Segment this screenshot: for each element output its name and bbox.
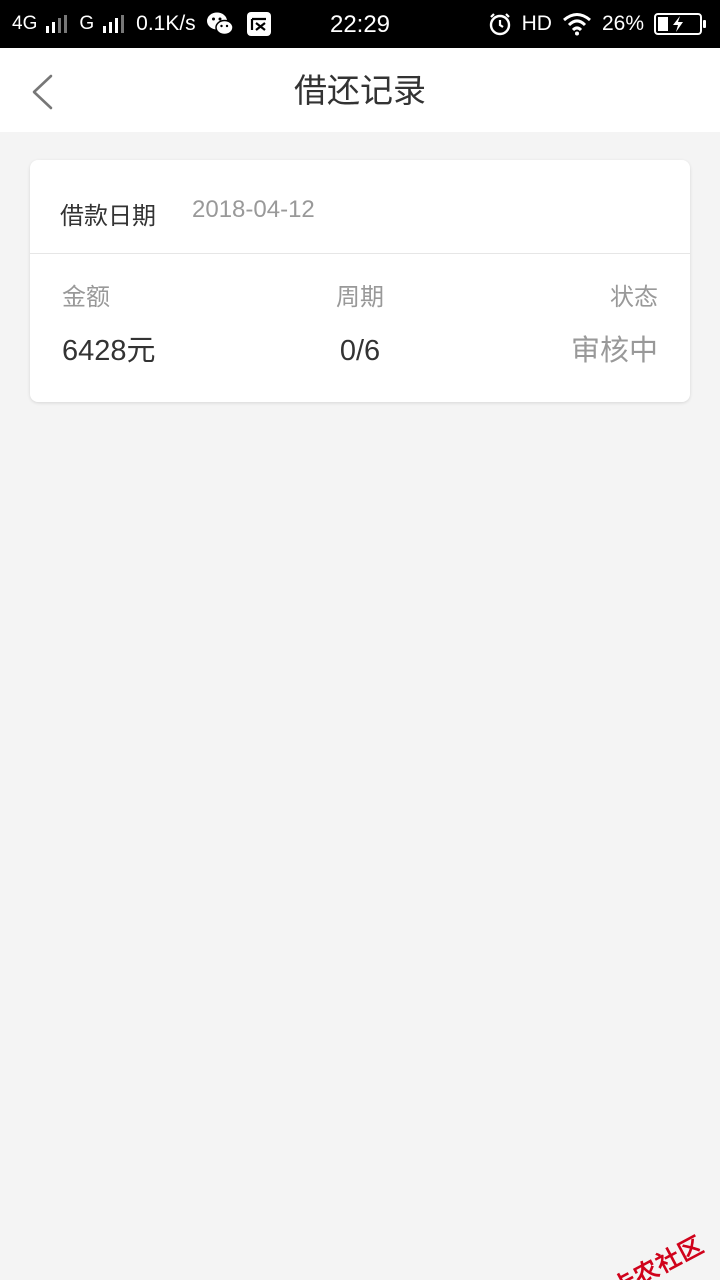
battery-fill [658,17,668,31]
wifi-icon [562,12,592,36]
status-value: 审核中 [570,335,658,367]
screen: 4G G 0.1K/s 22:29 HD 26% 借还记录 借款日期 2018-… [0,0,720,1280]
status-column: 状态 审核中 [571,284,658,368]
loan-date-label: 借款日期 [60,203,156,230]
battery-percent: 26% [601,12,644,35]
hd-indicator: HD [521,12,552,35]
page-title: 借还记录 [294,72,426,109]
nav-bar: 借还记录 [0,48,720,132]
watermark: 卡农社区 [576,1223,710,1280]
status-right: HD 26% [488,0,708,48]
watermark-text: 卡农社区 [606,1230,709,1280]
card-header: 借款日期 2018-04-12 [30,160,690,254]
alarm-icon [488,12,512,36]
battery-charging-icon [654,13,706,35]
loan-date-value: 2018-04-12 [192,196,315,223]
loan-record-card[interactable]: 借款日期 2018-04-12 金额 6428元 周期 0/6 状态 审核中 [30,160,690,402]
status-bar: 4G G 0.1K/s 22:29 HD 26% [0,0,720,48]
status-label: 状态 [610,284,658,311]
